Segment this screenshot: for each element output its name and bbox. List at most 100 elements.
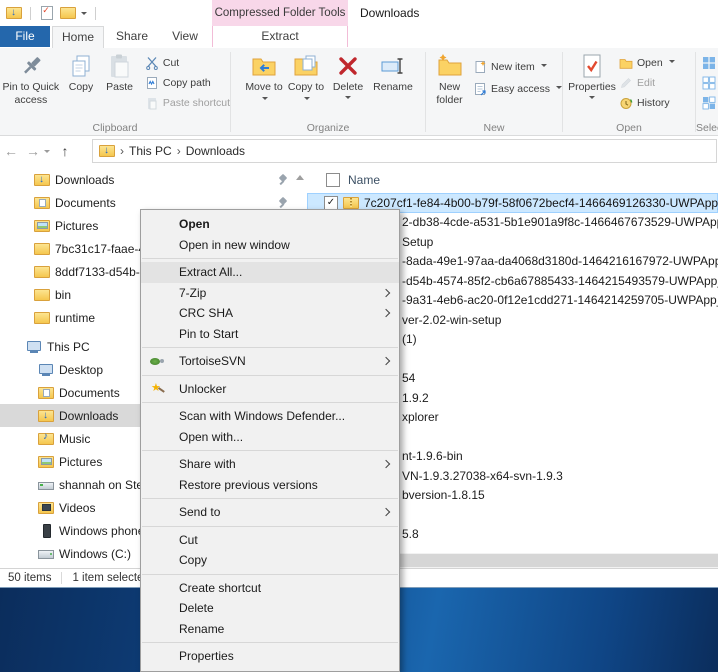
new-folder-icon[interactable] (60, 6, 76, 20)
open-button[interactable]: Open (619, 55, 675, 71)
new-item-button[interactable]: New item (473, 59, 562, 75)
menu-item-label: Open in new window (179, 237, 290, 252)
sidebar-item-label: Desktop (59, 362, 104, 377)
recent-locations-caret-icon[interactable] (44, 149, 50, 156)
menu-item-tortoisesvn[interactable]: TortoiseSVN (141, 351, 399, 372)
paste-shortcut-button[interactable]: Paste shortcut (145, 95, 230, 111)
customize-caret-icon[interactable] (81, 11, 87, 18)
menu-item-label: Open with... (179, 429, 244, 444)
sidebar-item-downloads[interactable]: Downloads (0, 168, 292, 191)
group-label-select: Select (696, 122, 718, 134)
address-box[interactable]: This PC Downloads (92, 139, 717, 163)
menu-item-pin-to-start[interactable]: Pin to Start (141, 324, 399, 345)
up-arrow-icon[interactable]: ↑ (54, 143, 76, 159)
invert-selection-icon (702, 96, 716, 110)
menu-separator (142, 573, 398, 575)
properties-icon (583, 54, 601, 78)
videos-folder-icon (38, 501, 54, 515)
menu-item-share-with[interactable]: Share with (141, 454, 399, 475)
menu-item-label: TortoiseSVN (179, 354, 246, 369)
dropdown-caret-icon (588, 95, 595, 102)
menu-item-label: CRC SHA (179, 306, 234, 321)
move-to-button[interactable]: Move to (243, 51, 285, 106)
sidebar-item-label: Windows phone (59, 523, 145, 538)
submenu-chevron-icon (381, 459, 391, 469)
breadcrumb-this-pc[interactable]: This PC (129, 144, 172, 158)
documents-folder-icon (34, 196, 50, 210)
menu-item-create-shortcut[interactable]: Create shortcut (141, 578, 399, 599)
status-divider (61, 572, 63, 584)
sidebar-item-label: Pictures (59, 454, 103, 469)
new-folder-button[interactable]: New folder (430, 51, 469, 106)
tab-file[interactable]: File (0, 26, 50, 47)
file-explorer-window: Compressed Folder Tools Downloads File H… (0, 0, 718, 672)
sidebar-item-label: Music (59, 431, 91, 446)
breadcrumb-downloads[interactable]: Downloads (186, 144, 245, 158)
copy-button[interactable]: Copy (62, 51, 101, 94)
drive-icon (38, 547, 54, 561)
menu-item-extract-all[interactable]: Extract All... (141, 262, 399, 283)
menu-item-open-with[interactable]: Open with... (141, 427, 399, 448)
properties-check-icon[interactable] (39, 5, 55, 20)
menu-item-label: Pin to Start (179, 326, 239, 341)
scroll-up-arrow-icon[interactable] (295, 171, 304, 180)
menu-item-cut[interactable]: Cut (141, 530, 399, 551)
copy-to-button[interactable]: Copy to (285, 51, 327, 106)
ribbon-group-select: Select all Select none Invert selection … (696, 48, 718, 135)
menu-item-label: Restore previous versions (179, 477, 318, 492)
tab-view[interactable]: View (160, 26, 210, 47)
back-arrow-icon[interactable]: ← (0, 143, 22, 159)
unlocker-wand-icon (150, 381, 165, 396)
menu-item-crc-sha[interactable]: CRC SHA (141, 303, 399, 324)
menu-item-label: Copy (179, 553, 208, 568)
properties-button[interactable]: Properties (567, 51, 617, 102)
forward-arrow-icon[interactable]: → (22, 143, 44, 159)
history-button[interactable]: History (619, 95, 675, 111)
title-bar: Compressed Folder Tools Downloads (0, 0, 718, 26)
menu-separator (142, 258, 398, 259)
sidebar-item-label: Downloads (55, 172, 115, 187)
tab-extract[interactable]: Extract (212, 26, 348, 47)
menu-item-rename[interactable]: Rename (141, 619, 399, 640)
menu-item-open-in-new-window[interactable]: Open in new window (141, 235, 399, 256)
menu-item-send-to[interactable]: Send to (141, 502, 399, 523)
menu-item-scan-with-windows-defender[interactable]: Scan with Windows Defender... (141, 406, 399, 427)
folder-icon (34, 265, 50, 279)
menu-item-unlocker[interactable]: Unlocker (141, 379, 399, 400)
paste-button[interactable]: Paste (100, 51, 139, 94)
sidebar-item-label: runtime (55, 310, 96, 325)
tab-home[interactable]: Home (52, 26, 104, 48)
column-header-name[interactable]: Name (348, 173, 380, 187)
item-count: 50 items (8, 572, 52, 584)
menu-item-delete[interactable]: Delete (141, 598, 399, 619)
select-all-checkbox[interactable] (326, 172, 340, 187)
menu-separator (142, 498, 398, 499)
cut-button[interactable]: Cut (145, 55, 230, 71)
menu-item-label: Share with (179, 457, 236, 472)
delete-button[interactable]: Delete (327, 51, 369, 102)
row-checkbox-checked[interactable] (324, 196, 338, 210)
ribbon-group-organize: Move to Copy to Delete Rename Organize (231, 48, 425, 135)
tab-share[interactable]: Share (106, 26, 158, 47)
menu-item-copy[interactable]: Copy (141, 550, 399, 571)
easy-access-button[interactable]: Easy access (473, 81, 562, 97)
menu-separator (142, 402, 398, 403)
rename-button[interactable]: Rename (369, 51, 417, 94)
ribbon-group-open: Properties Open Edit History Open (563, 48, 695, 135)
pin-to-quick-access-button[interactable]: Pin to Quick access (0, 51, 62, 106)
invert-selection-button[interactable]: Invert selection (702, 95, 718, 111)
select-all-icon (703, 57, 715, 69)
sidebar-item-label: 7bc31c17-faae-4d (55, 241, 152, 256)
sidebar-item-label: Documents (55, 195, 116, 210)
edit-button[interactable]: Edit (619, 75, 675, 91)
new-folder-icon (438, 54, 462, 76)
sidebar-item-label: Downloads (59, 408, 119, 423)
menu-item-restore-previous-versions[interactable]: Restore previous versions (141, 475, 399, 496)
select-none-button[interactable]: Select none (702, 75, 718, 91)
copy-path-button[interactable]: Copy path (145, 75, 230, 91)
folder-icon (34, 288, 50, 302)
select-all-button[interactable]: Select all (702, 55, 718, 71)
menu-item-properties[interactable]: Properties (141, 646, 399, 667)
menu-item-7-zip[interactable]: 7-Zip (141, 283, 399, 304)
menu-item-open[interactable]: Open (141, 214, 399, 235)
